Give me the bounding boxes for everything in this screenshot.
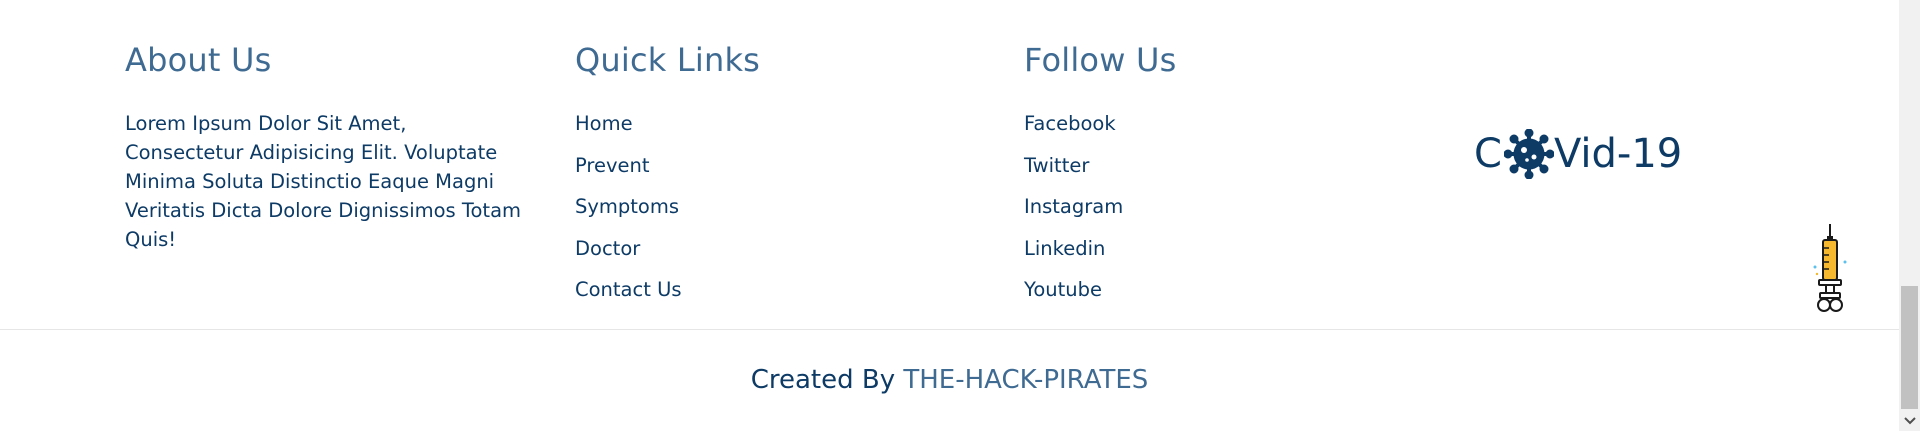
list-item: Contact Us (575, 275, 760, 317)
link-home[interactable]: Home (575, 112, 633, 135)
link-twitter[interactable]: Twitter (1024, 154, 1089, 177)
credit: Created By THE-HACK-PIRATES (0, 362, 1899, 398)
quick-links-section: Quick Links Home Prevent Symptoms Doctor… (575, 38, 760, 317)
list-item: Twitter (1024, 151, 1176, 193)
footer-divider (0, 329, 1899, 330)
scrollbar-thumb[interactable] (1901, 286, 1918, 409)
syringe-icon (1813, 224, 1847, 312)
link-linkedin[interactable]: Linkedin (1024, 237, 1105, 260)
link-facebook[interactable]: Facebook (1024, 112, 1116, 135)
logo-suffix: Vid-19 (1553, 131, 1683, 177)
list-item: Linkedin (1024, 234, 1176, 276)
scroll-down-arrow[interactable] (1899, 410, 1920, 431)
list-item: Home (575, 109, 760, 151)
page: About Us Lorem Ipsum Dolor Sit Amet, Con… (0, 0, 1899, 431)
list-item: Youtube (1024, 275, 1176, 317)
follow-title: Follow Us (1024, 41, 1177, 79)
list-item: Symptoms (575, 192, 760, 234)
about-title: About Us (125, 41, 272, 79)
list-item: Instagram (1024, 192, 1176, 234)
virus-icon (1503, 128, 1555, 180)
logo-prefix: C (1474, 131, 1502, 177)
credit-prefix: Created By (750, 365, 904, 395)
about-section: About Us Lorem Ipsum Dolor Sit Amet, Con… (125, 38, 525, 254)
chevron-down-icon (1903, 416, 1916, 424)
quick-links-list: Home Prevent Symptoms Doctor Contact Us (575, 109, 760, 317)
link-symptoms[interactable]: Symptoms (575, 195, 679, 218)
scrollbar[interactable] (1899, 0, 1920, 431)
link-prevent[interactable]: Prevent (575, 154, 650, 177)
follow-section: Follow Us Facebook Twitter Instagram Lin… (1024, 38, 1176, 317)
list-item: Facebook (1024, 109, 1176, 151)
link-doctor[interactable]: Doctor (575, 237, 640, 260)
list-item: Prevent (575, 151, 760, 193)
quick-links-title: Quick Links (575, 41, 761, 79)
list-item: Doctor (575, 234, 760, 276)
scroll-top-button[interactable] (1808, 222, 1852, 314)
credit-brand: THE-HACK-PIRATES (903, 365, 1149, 395)
about-text: Lorem Ipsum Dolor Sit Amet, Consectetur … (125, 112, 522, 251)
link-contact-us[interactable]: Contact Us (575, 278, 682, 301)
link-youtube[interactable]: Youtube (1024, 278, 1102, 301)
follow-links-list: Facebook Twitter Instagram Linkedin Yout… (1024, 109, 1176, 317)
footer-top: About Us Lorem Ipsum Dolor Sit Amet, Con… (0, 0, 1899, 329)
covid-logo[interactable]: C Vid-19 (1474, 124, 1682, 184)
link-instagram[interactable]: Instagram (1024, 195, 1123, 218)
